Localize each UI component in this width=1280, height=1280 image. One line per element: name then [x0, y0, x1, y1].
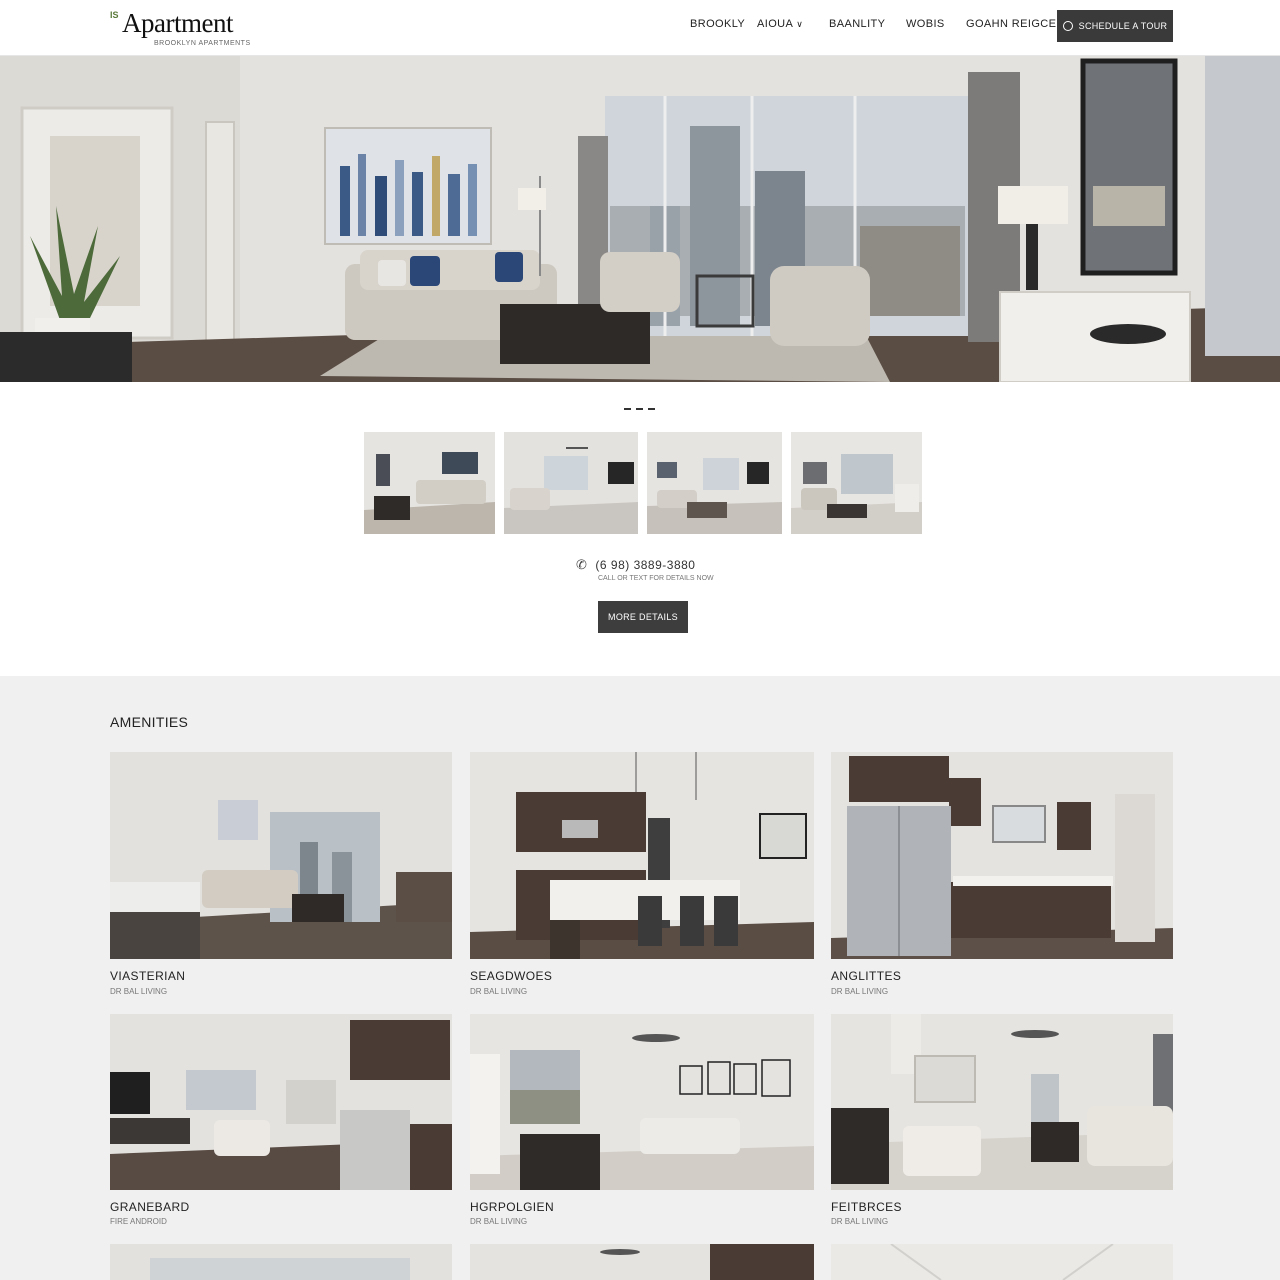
amenity-card-image-4[interactable]	[110, 1014, 452, 1190]
amenities-title: AMENITIES	[110, 714, 189, 730]
amenity-card-subtitle-4: FIRE ANDROID	[110, 1217, 167, 1226]
amenity-photo	[470, 1244, 814, 1280]
phone-icon: ✆	[576, 557, 588, 572]
phone-subtext: CALL OR TEXT FOR DETAILS NOW	[598, 575, 714, 582]
thumbnail-photo	[791, 432, 922, 534]
carousel-dot-1[interactable]	[624, 408, 631, 410]
amenity-photo	[831, 1014, 1173, 1190]
amenity-card-subtitle-5: DR BAL LIVING	[470, 1217, 528, 1226]
amenity-card-image-3[interactable]	[831, 752, 1173, 959]
amenity-photo	[110, 1014, 452, 1190]
amenity-photo	[831, 752, 1173, 959]
nav-item-5[interactable]: GOAHN REIGCE	[966, 18, 1056, 30]
more-details-button[interactable]: MORE DETAILS	[598, 601, 688, 633]
amenity-card-image-1[interactable]	[110, 752, 452, 959]
gallery-thumbnail-3[interactable]	[647, 432, 782, 534]
amenity-card-image-5[interactable]	[470, 1014, 814, 1190]
amenity-photo	[470, 752, 814, 959]
carousel-dot-2[interactable]	[636, 408, 643, 410]
amenity-card-subtitle-1: DR BAL LIVING	[110, 987, 168, 996]
amenities-section: AMENITIES VIASTERIAN DR BAL LIVING SEAGD…	[0, 676, 1280, 1280]
phone-number[interactable]: ✆ (6 9‌8) 3889-3880	[576, 557, 695, 573]
amenity-card-title-6: FEITBRCES	[831, 1200, 902, 1214]
chevron-down-icon: ∨	[796, 19, 804, 29]
phone-number-text: (6 9‌8) 3889-3880	[595, 558, 696, 572]
amenity-card-subtitle-3: DR BAL LIVING	[831, 987, 889, 996]
hero-image	[0, 56, 1280, 382]
nav-item-1[interactable]: BROOKLY	[690, 18, 745, 30]
gallery-thumbnail-2[interactable]	[504, 432, 638, 534]
amenity-card-title-1: VIASTERIAN	[110, 969, 186, 983]
amenity-card-image-9[interactable]	[831, 1244, 1173, 1280]
amenity-card-image-8[interactable]	[470, 1244, 814, 1280]
gallery-thumbnail-4[interactable]	[791, 432, 922, 534]
logo-tagline: BROOKLYN APARTMENTS	[154, 40, 251, 47]
nav-item-3[interactable]: BAANLITY	[829, 18, 885, 30]
carousel-indicators	[624, 408, 655, 410]
schedule-tour-button[interactable]: SCHEDULE A TOUR	[1057, 10, 1173, 42]
gallery-thumbnail-1[interactable]	[364, 432, 495, 534]
thumbnail-photo	[504, 432, 638, 534]
amenity-card-image-2[interactable]	[470, 752, 814, 959]
amenity-photo	[110, 752, 452, 959]
logo-mark: IS	[110, 10, 119, 20]
site-header: IS Apartment BROOKLYN APARTMENTS BROOKLY…	[0, 0, 1280, 56]
nav-item-2[interactable]: AIOUA ∨	[757, 18, 803, 30]
living-room-photo	[0, 56, 1280, 382]
carousel-dot-3[interactable]	[648, 408, 655, 410]
amenity-card-subtitle-2: DR BAL LIVING	[470, 987, 528, 996]
amenity-card-image-6[interactable]	[831, 1014, 1173, 1190]
nav-item-4[interactable]: WOBIS	[906, 18, 945, 30]
schedule-tour-label: SCHEDULE A TOUR	[1078, 21, 1168, 31]
amenity-card-title-3: ANGLITTES	[831, 969, 902, 983]
calendar-icon	[1062, 21, 1073, 31]
logo-text: Apartment	[122, 8, 233, 38]
nav-item-2-label: AIOUA	[757, 18, 794, 30]
amenity-photo	[831, 1244, 1173, 1280]
amenity-card-title-5: HGRPOLGIEN	[470, 1200, 555, 1214]
amenity-card-title-4: GRANEBARD	[110, 1200, 190, 1214]
amenity-card-image-7[interactable]	[110, 1244, 452, 1280]
thumbnail-photo	[364, 432, 495, 534]
amenity-photo	[470, 1014, 814, 1190]
amenity-photo	[110, 1244, 452, 1280]
thumbnail-photo	[647, 432, 782, 534]
amenity-card-subtitle-6: DR BAL LIVING	[831, 1217, 889, 1226]
amenity-card-title-2: SEAGDWOES	[470, 969, 553, 983]
